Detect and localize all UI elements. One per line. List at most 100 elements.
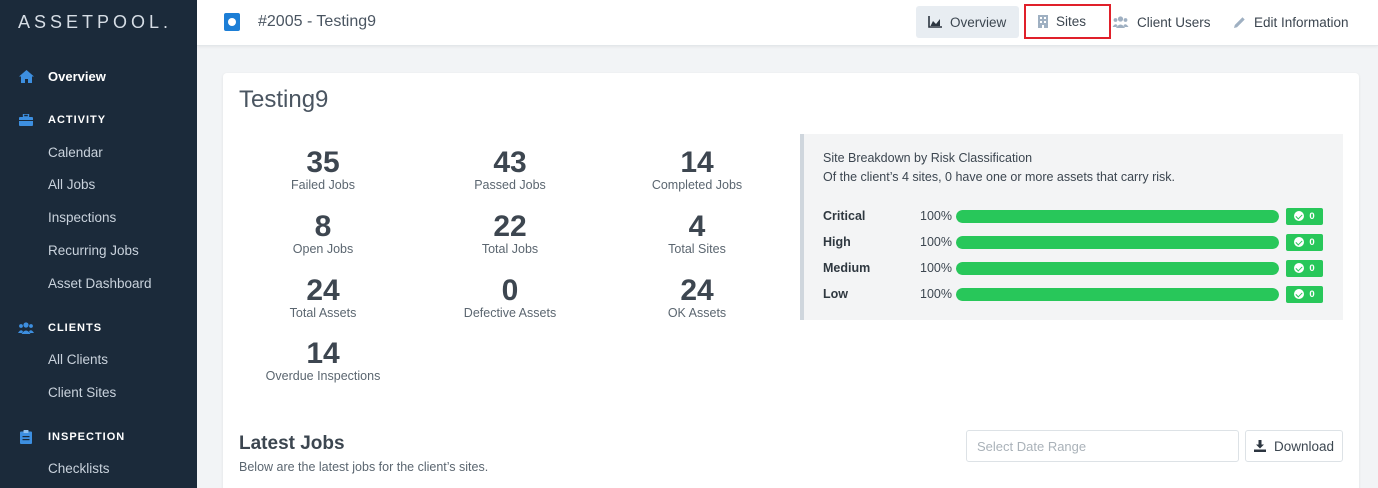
stat-label: Open Jobs [292,242,354,256]
risk-row-low: Low 100% 0 [823,285,1328,303]
sidebar-item-all-clients[interactable]: All Clients [48,352,108,367]
stat-value: 24 [306,274,340,307]
sidebar-item-checklists[interactable]: Checklists [48,461,110,476]
sidebar-item-inspections[interactable]: Inspections [48,210,116,225]
pencil-icon [1233,16,1246,29]
stat-label: Failed Jobs [291,178,355,192]
stat-value: 0 [501,274,519,307]
check-circle-icon [1294,211,1305,221]
risk-label: Critical [823,209,866,223]
risk-heading: Site Breakdown by Risk Classification [823,151,1033,165]
risk-row-medium: Medium 100% 0 [823,259,1328,277]
check-circle-icon [1294,289,1305,299]
risk-progress-bar [956,209,1279,223]
risk-label: High [823,235,851,249]
stat-ok-assets: 24 OK Assets [607,274,787,321]
stat-total-assets: 24 Total Assets [233,274,413,321]
home-icon [18,69,34,83]
risk-summary: Of the client’s 4 sites, 0 have one or m… [823,170,1176,184]
risk-count-badge[interactable]: 0 [1286,259,1323,277]
sidebar-section-activity: ACTIVITY [0,112,197,128]
sidebar-section-title: INSPECTION [48,431,126,443]
stat-value: 14 [306,337,340,370]
risk-percent: 100% [920,287,952,301]
brand-logo[interactable]: ASSETPOOL. [0,0,197,46]
stat-value: 43 [493,146,527,179]
stat-total-jobs: 22 Total Jobs [420,210,600,257]
stat-label: Overdue Inspections [265,369,381,383]
sidebar-item-overview[interactable]: Overview [0,62,197,90]
risk-count-badge[interactable]: 0 [1286,285,1323,303]
tab-label: Edit Information [1254,14,1349,30]
sidebar-item-label: Overview [48,68,106,84]
download-icon [1253,440,1266,452]
risk-bar-fill [956,261,1279,275]
sidebar-item-recurring-jobs[interactable]: Recurring Jobs [48,243,139,258]
tab-sites[interactable]: Sites [1024,4,1111,39]
stat-defective-assets: 0 Defective Assets [420,274,600,321]
users-icon [1112,16,1129,28]
tab-client-users[interactable]: Client Users [1100,6,1223,38]
stat-value: 22 [493,210,527,243]
stat-label: Defective Assets [463,306,557,320]
tab-overview[interactable]: Overview [916,6,1019,38]
building-icon [1038,15,1048,28]
top-bar: #2005 - Testing9 Overview Sites Client U… [197,0,1378,46]
risk-percent: 100% [920,261,952,275]
stat-label: Total Sites [668,242,726,256]
briefcase-icon [18,113,34,127]
risk-bar-fill [956,235,1279,249]
stat-overdue-inspections: 14 Overdue Inspections [233,337,413,384]
risk-percent: 100% [920,235,952,249]
stat-value: 14 [680,146,714,179]
stat-label: Total Assets [289,306,357,320]
sidebar-item-client-sites[interactable]: Client Sites [48,385,116,400]
stat-passed-jobs: 43 Passed Jobs [420,146,600,193]
risk-breakdown-panel: Site Breakdown by Risk Classification Of… [800,134,1343,320]
risk-bar-fill [956,287,1279,301]
download-label: Download [1273,438,1335,454]
risk-bar-fill [956,209,1279,223]
badge-count: 0 [1309,288,1315,300]
sidebar-section-inspection: INSPECTION [0,429,197,445]
latest-jobs-heading: Latest Jobs [239,433,345,454]
stat-total-sites: 4 Total Sites [607,210,787,257]
stat-value: 24 [680,274,714,307]
page-title: #2005 - Testing9 [258,13,377,30]
stat-value: 8 [314,210,332,243]
users-icon [18,321,34,335]
sidebar-section-title: CLIENTS [48,322,103,334]
risk-count-badge[interactable]: 0 [1286,207,1323,225]
stat-failed-jobs: 35 Failed Jobs [233,146,413,193]
stat-label: Completed Jobs [651,178,743,192]
stat-value: 4 [688,210,706,243]
client-overview-card: Testing9 35 Failed Jobs 43 Passed Jobs 1… [223,73,1359,488]
risk-row-critical: Critical 100% 0 [823,207,1328,225]
stat-completed-jobs: 14 Completed Jobs [607,146,787,193]
stat-label: Total Jobs [481,242,539,256]
sidebar-section-clients: CLIENTS [0,320,197,336]
sidebar-item-asset-dashboard[interactable]: Asset Dashboard [48,276,152,291]
download-button[interactable]: Download [1245,430,1343,462]
check-circle-icon [1294,237,1305,247]
tab-edit-information[interactable]: Edit Information [1221,6,1361,38]
check-circle-icon [1294,263,1305,273]
stat-value: 35 [306,146,340,179]
risk-row-high: High 100% 0 [823,233,1328,251]
badge-count: 0 [1309,210,1315,222]
risk-progress-bar [956,261,1279,275]
latest-jobs-subtitle: Below are the latest jobs for the client… [239,460,489,474]
stat-open-jobs: 8 Open Jobs [233,210,413,257]
chart-area-icon [928,16,942,28]
clipboard-icon [18,430,34,444]
risk-label: Low [823,287,848,301]
stat-label: OK Assets [667,306,727,320]
sidebar: ASSETPOOL. Overview ACTIVITY Calendar Al… [0,0,197,488]
risk-count-badge[interactable]: 0 [1286,233,1323,251]
sidebar-item-calendar[interactable]: Calendar [48,145,103,160]
date-range-input[interactable] [966,430,1239,462]
client-name-heading: Testing9 [239,86,329,113]
sidebar-item-all-jobs[interactable]: All Jobs [48,177,95,192]
tab-label: Sites [1056,14,1087,29]
tab-label: Client Users [1137,14,1211,30]
